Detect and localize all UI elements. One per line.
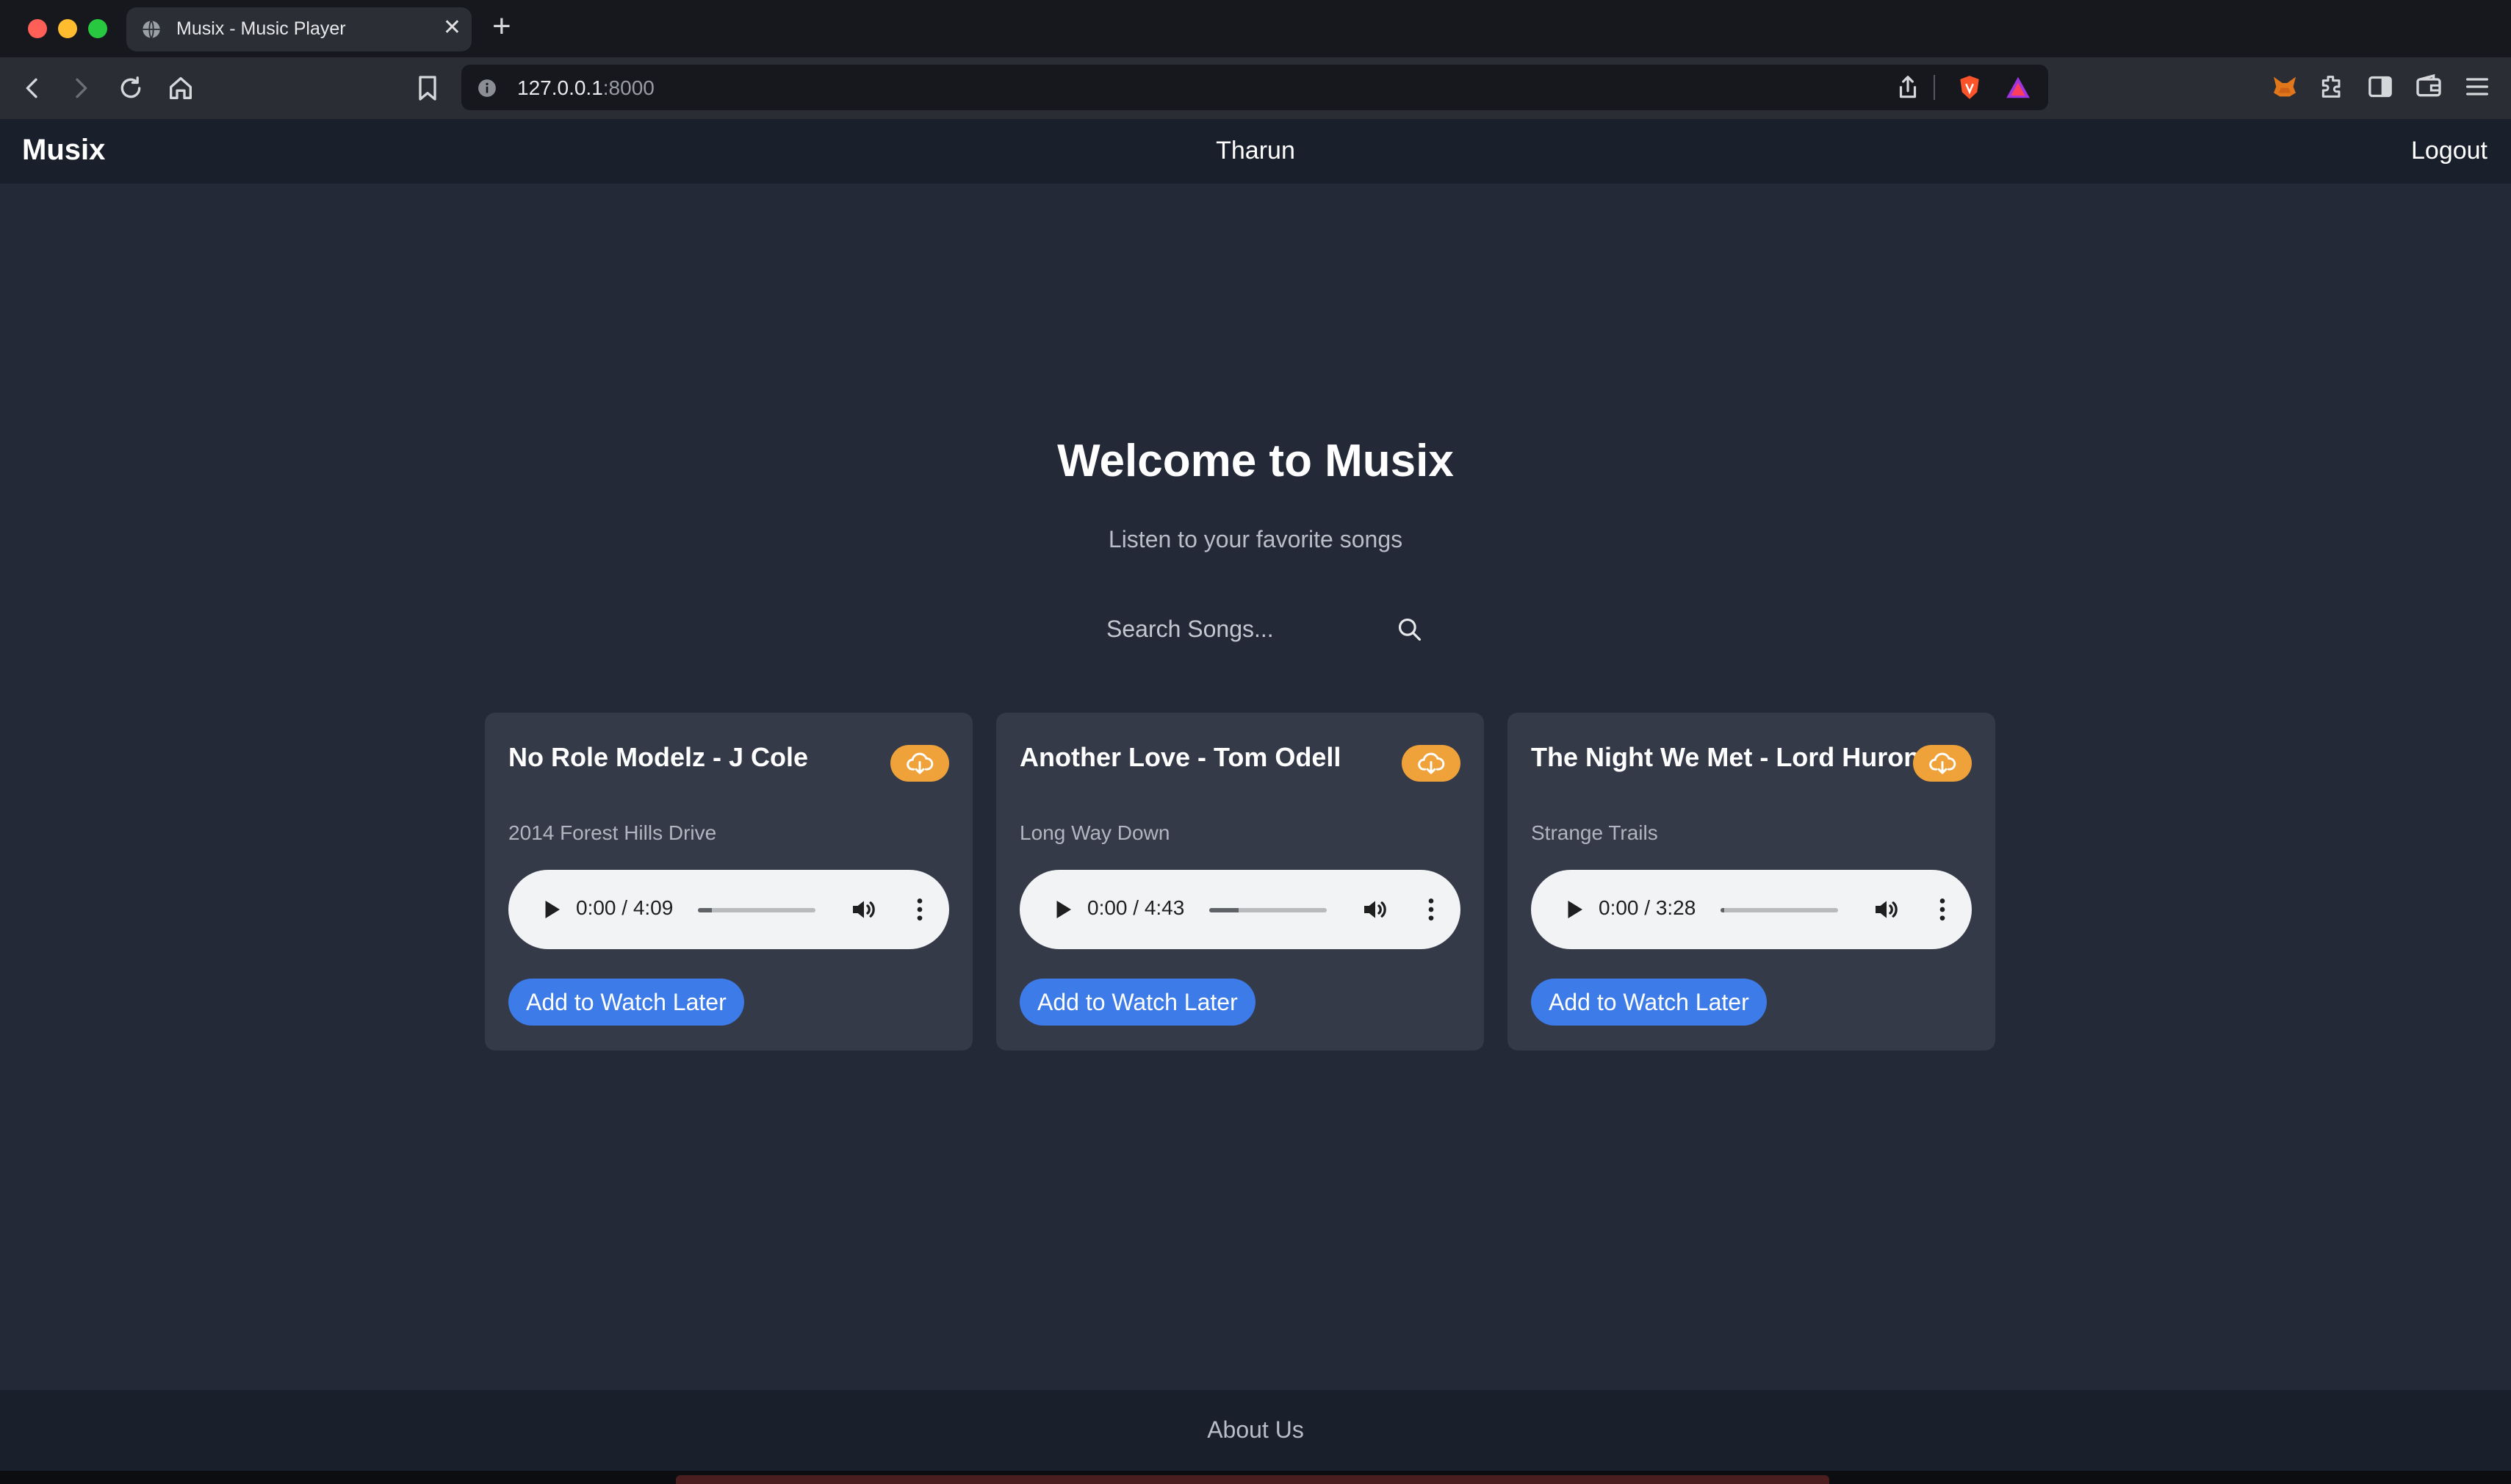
download-button[interactable] xyxy=(890,745,949,782)
song-card: The Night We Met - Lord Huron Strange Tr… xyxy=(1507,713,1995,1051)
volume-icon[interactable] xyxy=(1361,895,1390,924)
nav-username[interactable]: Tharun xyxy=(1175,137,1336,165)
info-icon[interactable] xyxy=(478,79,497,98)
song-card: Another Love - Tom Odell Long Way Down 0… xyxy=(996,713,1484,1051)
app-viewport: Musix Tharun Logout Welcome to Musix Lis… xyxy=(0,119,2511,1471)
brave-rewards-icon[interactable] xyxy=(2004,73,2032,101)
cloud-download-icon xyxy=(907,752,934,774)
song-album: Long Way Down xyxy=(1020,821,1170,844)
browser-tab-active[interactable]: Musix - Music Player ✕ xyxy=(126,7,472,51)
new-tab-button[interactable]: + xyxy=(492,10,511,43)
tab-close-button[interactable]: ✕ xyxy=(443,17,461,39)
audio-player: 0:00 / 4:09 xyxy=(508,870,949,949)
url-port: :8000 xyxy=(602,76,655,99)
browser-toolbar: 127.0.0.1:8000 xyxy=(0,57,2511,119)
cloud-download-icon xyxy=(1929,752,1956,774)
share-icon[interactable] xyxy=(1894,73,1922,101)
back-icon[interactable] xyxy=(18,73,47,103)
play-icon[interactable] xyxy=(1560,896,1587,923)
progress-fill xyxy=(1721,908,1724,912)
add-to-watch-later-button[interactable]: Add to Watch Later xyxy=(1020,979,1256,1026)
song-title: The Night We Met - Lord Huron xyxy=(1531,742,1920,772)
add-to-watch-later-button[interactable]: Add to Watch Later xyxy=(508,979,744,1026)
more-options-icon[interactable] xyxy=(905,895,934,924)
song-card: No Role Modelz - J Cole 2014 Forest Hill… xyxy=(485,713,973,1051)
add-to-watch-later-button[interactable]: Add to Watch Later xyxy=(1531,979,1767,1026)
maximize-window-button[interactable] xyxy=(88,19,107,38)
close-window-button[interactable] xyxy=(28,19,47,38)
footer: About Us xyxy=(0,1390,2511,1471)
menu-icon[interactable] xyxy=(2463,72,2492,101)
home-icon[interactable] xyxy=(166,73,195,103)
logout-link[interactable]: Logout xyxy=(2411,137,2487,165)
brand-logo[interactable]: Musix xyxy=(22,134,105,167)
minimize-window-button[interactable] xyxy=(58,19,77,38)
url-text[interactable]: 127.0.0.1:8000 xyxy=(517,76,655,100)
song-title: Another Love - Tom Odell xyxy=(1020,742,1341,772)
more-options-icon[interactable] xyxy=(1416,895,1446,924)
download-button[interactable] xyxy=(1402,745,1460,782)
play-icon[interactable] xyxy=(538,896,564,923)
sidebar-icon[interactable] xyxy=(2366,72,2395,101)
forward-icon[interactable] xyxy=(66,73,96,103)
reload-icon[interactable] xyxy=(116,73,145,103)
url-separator xyxy=(1934,75,1935,100)
audio-progress-bar[interactable] xyxy=(1721,908,1838,912)
globe-icon xyxy=(143,20,160,39)
song-album: Strange Trails xyxy=(1531,821,1658,844)
page-subtitle: Listen to your favorite songs xyxy=(1108,526,1403,552)
search-icon[interactable] xyxy=(1396,616,1424,644)
volume-icon[interactable] xyxy=(1872,895,1901,924)
extensions-icon[interactable] xyxy=(2317,72,2346,101)
download-button[interactable] xyxy=(1913,745,1972,782)
audio-progress-bar[interactable] xyxy=(1209,908,1327,912)
song-title: No Role Modelz - J Cole xyxy=(508,742,809,772)
brave-shield-icon[interactable] xyxy=(1956,73,1984,101)
play-icon[interactable] xyxy=(1049,896,1076,923)
metamask-icon[interactable] xyxy=(2270,72,2299,101)
progress-fill xyxy=(698,908,713,912)
tab-title: Musix - Music Player xyxy=(176,18,346,39)
bookmark-icon[interactable] xyxy=(413,73,442,103)
song-album: 2014 Forest Hills Drive xyxy=(508,821,717,844)
audio-time: 0:00 / 4:09 xyxy=(576,896,674,919)
search-bar xyxy=(1095,607,1440,651)
more-options-icon[interactable] xyxy=(1928,895,1957,924)
progress-fill xyxy=(1209,908,1239,912)
navbar: Musix Tharun Logout xyxy=(0,119,2511,184)
dock-preview xyxy=(676,1475,1829,1484)
audio-progress-bar[interactable] xyxy=(698,908,815,912)
cloud-download-icon xyxy=(1418,752,1445,774)
about-us-link[interactable]: About Us xyxy=(0,1416,2511,1444)
audio-player: 0:00 / 4:43 xyxy=(1020,870,1460,949)
search-input[interactable] xyxy=(1095,607,1388,651)
audio-player: 0:00 / 3:28 xyxy=(1531,870,1972,949)
audio-time: 0:00 / 4:43 xyxy=(1087,896,1185,919)
url-host: 127.0.0.1 xyxy=(517,76,603,99)
browser-tab-bar: Musix - Music Player ✕ + xyxy=(0,0,2511,57)
volume-icon[interactable] xyxy=(849,895,879,924)
wallet-icon[interactable] xyxy=(2414,72,2443,101)
audio-time: 0:00 / 3:28 xyxy=(1599,896,1696,919)
page-title: Welcome to Musix xyxy=(1057,436,1454,486)
address-bar[interactable]: 127.0.0.1:8000 xyxy=(461,65,2048,110)
